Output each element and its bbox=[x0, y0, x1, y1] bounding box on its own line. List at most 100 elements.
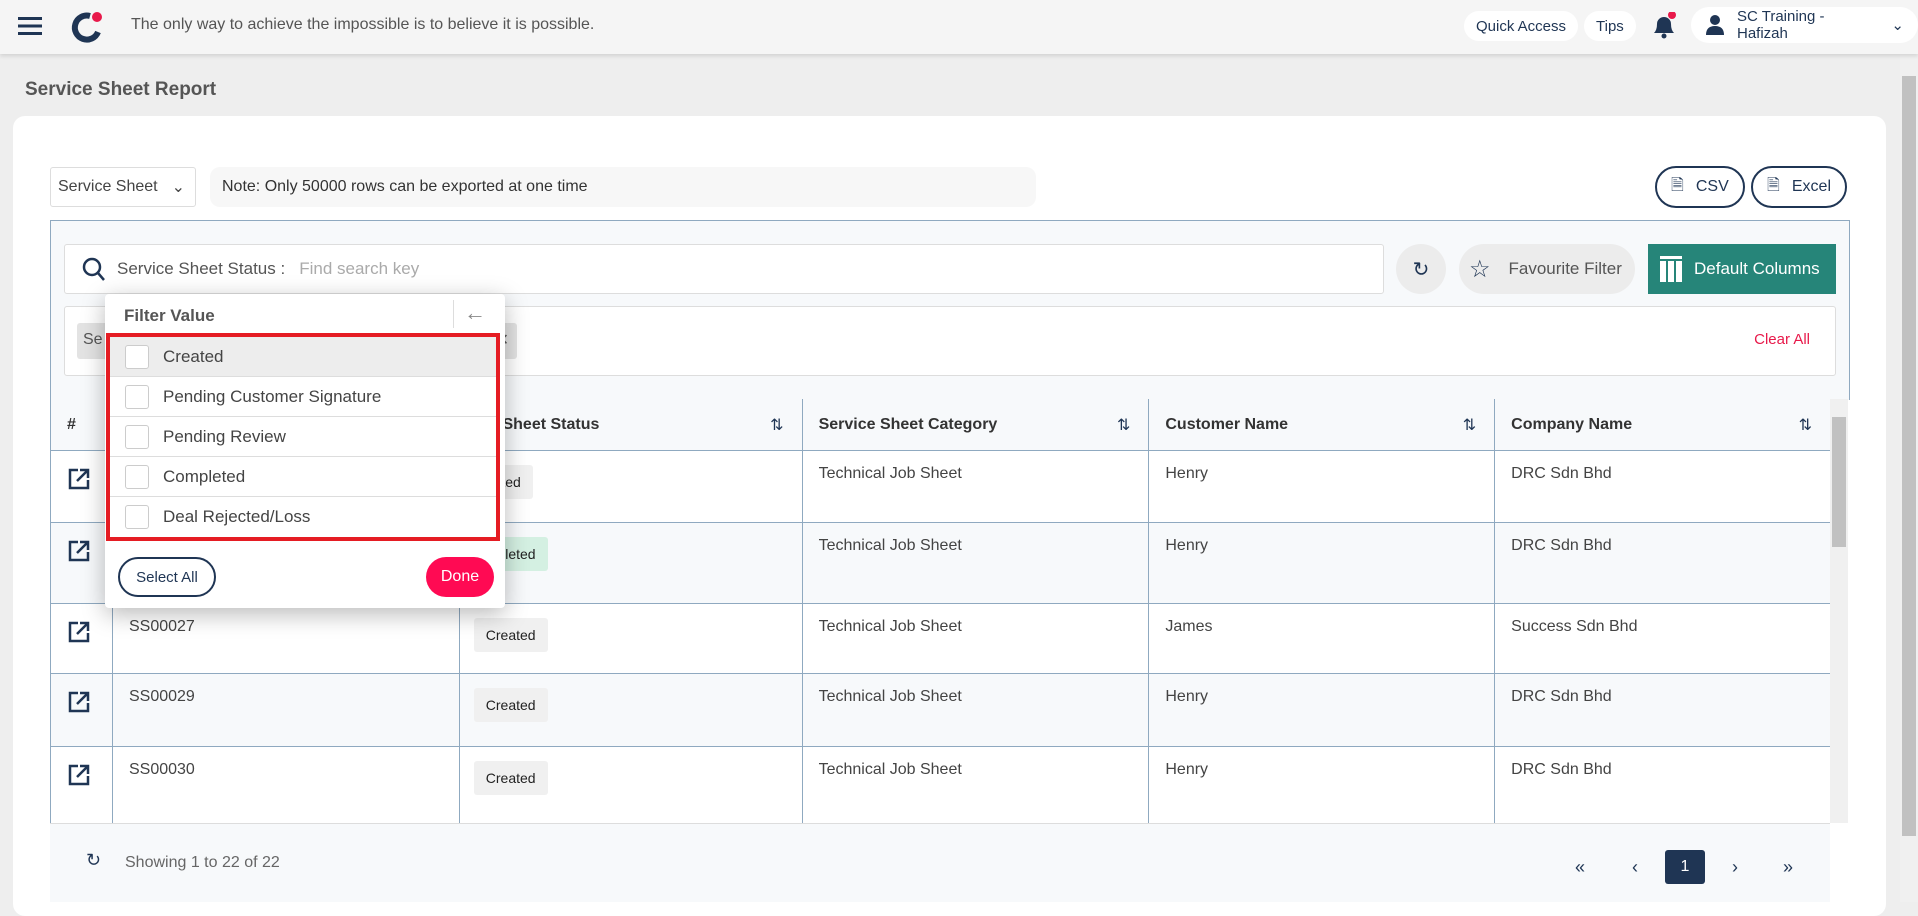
favourite-filter-button[interactable]: ☆ Favourite Filter bbox=[1459, 244, 1635, 294]
default-columns-button[interactable]: Default Columns bbox=[1648, 244, 1836, 294]
status-badge: Created bbox=[473, 761, 548, 795]
col-header-label: Company Name bbox=[1511, 416, 1633, 433]
default-columns-label: Default Columns bbox=[1694, 259, 1820, 278]
status-cell: Created bbox=[460, 604, 803, 673]
sort-icon[interactable]: ⇅ bbox=[1799, 415, 1812, 435]
export-note: Note: Only 50000 rows can be exported at… bbox=[210, 167, 1036, 207]
open-cell bbox=[51, 604, 113, 673]
filter-option[interactable]: Pending Customer Signature bbox=[110, 377, 496, 417]
csv-label: CSV bbox=[1695, 178, 1729, 195]
category-cell: Technical Job Sheet bbox=[803, 451, 1150, 522]
sort-icon[interactable]: ⇅ bbox=[1117, 415, 1130, 435]
option-label: Completed bbox=[163, 466, 246, 486]
excel-label: Excel bbox=[1791, 178, 1831, 195]
table-row: SS00027 Created Technical Job Sheet Jame… bbox=[51, 604, 1830, 674]
open-external-icon[interactable] bbox=[67, 763, 91, 787]
open-external-icon[interactable] bbox=[67, 539, 91, 563]
report-type-select[interactable]: Service Sheet ⌄ bbox=[50, 167, 196, 207]
filter-chip-label: Se bbox=[83, 331, 103, 348]
logo[interactable] bbox=[70, 10, 104, 49]
page-title: Service Sheet Report bbox=[25, 79, 217, 100]
status-badge: Created bbox=[473, 618, 548, 652]
refresh-icon[interactable]: ↻ bbox=[86, 850, 101, 871]
status-cell: Created bbox=[460, 674, 803, 746]
csv-export-button[interactable]: 🗎 CSV bbox=[1655, 166, 1745, 208]
open-external-icon[interactable] bbox=[67, 467, 91, 491]
select-all-button[interactable]: Select All bbox=[118, 557, 216, 597]
table-scrollbar[interactable] bbox=[1830, 399, 1848, 823]
customer-cell: Henry bbox=[1149, 674, 1496, 746]
columns-icon bbox=[1660, 256, 1682, 282]
company-cell: DRC Sdn Bhd bbox=[1511, 537, 1612, 554]
open-external-icon[interactable] bbox=[67, 690, 91, 714]
next-page-button[interactable]: › bbox=[1715, 850, 1755, 884]
company-cell: Success Sdn Bhd bbox=[1511, 618, 1638, 635]
last-page-button[interactable]: » bbox=[1768, 850, 1808, 884]
open-cell bbox=[51, 523, 113, 603]
status-cell: mpleted bbox=[460, 523, 803, 603]
id-cell: SS00027 bbox=[113, 604, 460, 673]
col-header-label: Customer Name bbox=[1165, 416, 1289, 433]
customer-cell: Henry bbox=[1149, 523, 1496, 603]
col-header-company[interactable]: Company Name ⇅ bbox=[1495, 399, 1830, 450]
status-badge: Created bbox=[473, 688, 548, 722]
bell-icon[interactable] bbox=[1650, 11, 1678, 45]
menu-icon[interactable] bbox=[18, 16, 42, 41]
option-label: Pending Customer Signature bbox=[163, 386, 382, 406]
customer-cell: Henry bbox=[1149, 451, 1496, 522]
status-cell: Created bbox=[460, 747, 803, 823]
category-cell: Technical Job Sheet bbox=[803, 604, 1150, 673]
company-cell: DRC Sdn Bhd bbox=[1511, 688, 1612, 705]
quick-access-button[interactable]: Quick Access bbox=[1464, 11, 1579, 41]
first-page-button[interactable]: « bbox=[1560, 850, 1600, 884]
prev-page-button[interactable]: ‹ bbox=[1615, 850, 1655, 884]
showing-count: Showing 1 to 22 of 22 bbox=[125, 854, 280, 871]
user-name: SC Training - Hafizah bbox=[1736, 8, 1825, 42]
refresh-button[interactable]: ↻ bbox=[1396, 244, 1446, 294]
report-type-value: Service Sheet bbox=[58, 178, 158, 195]
company-cell: DRC Sdn Bhd bbox=[1511, 465, 1612, 482]
col-header-customer[interactable]: Customer Name ⇅ bbox=[1149, 399, 1496, 450]
table-row: SS00030 Created Technical Job Sheet Henr… bbox=[51, 747, 1830, 824]
filter-option[interactable]: Created bbox=[110, 337, 496, 377]
col-header-index: # bbox=[51, 399, 113, 450]
status-cell: eated bbox=[460, 451, 803, 522]
clear-all-link[interactable]: Clear All bbox=[1754, 331, 1810, 348]
option-label: Deal Rejected/Loss bbox=[163, 507, 311, 526]
tips-button[interactable]: Tips bbox=[1584, 11, 1636, 41]
open-cell bbox=[51, 674, 113, 746]
quote: The only way to achieve the impossible i… bbox=[131, 16, 595, 33]
refresh-icon: ↻ bbox=[1412, 258, 1430, 281]
checkbox[interactable] bbox=[125, 344, 149, 369]
col-header-category[interactable]: Service Sheet Category ⇅ bbox=[802, 399, 1150, 450]
file-excel-icon: 🗎 bbox=[1767, 176, 1780, 194]
done-button[interactable]: Done bbox=[426, 557, 494, 597]
user-icon bbox=[1706, 15, 1724, 35]
excel-export-button[interactable]: 🗎 Excel bbox=[1751, 166, 1847, 208]
sort-icon[interactable]: ⇅ bbox=[1463, 415, 1476, 435]
filter-option[interactable]: Pending Review bbox=[110, 417, 496, 457]
chevron-down-icon: ⌄ bbox=[171, 179, 186, 196]
id-cell: SS00029 bbox=[113, 674, 460, 746]
checkbox[interactable] bbox=[125, 384, 149, 409]
filter-value-popup: Filter Value ← Created Pending Customer S… bbox=[105, 294, 505, 608]
user-menu[interactable]: SC Training - Hafizah ⌄ bbox=[1691, 7, 1918, 43]
search-icon bbox=[82, 257, 105, 281]
table-footer: ↻ Showing 1 to 22 of 22 « ‹ 1 › » bbox=[50, 823, 1830, 902]
page-1-button[interactable]: 1 bbox=[1665, 850, 1705, 884]
customer-cell: Henry bbox=[1149, 747, 1496, 823]
sort-icon[interactable]: ⇅ bbox=[770, 415, 783, 435]
search-input[interactable]: Service Sheet Status : Find search key bbox=[64, 244, 1384, 294]
table-row: SS00029 Created Technical Job Sheet Henr… bbox=[51, 674, 1830, 747]
checkbox[interactable] bbox=[125, 464, 149, 489]
col-header-status[interactable]: ice Sheet Status ⇅ bbox=[459, 399, 803, 450]
checkbox[interactable] bbox=[125, 505, 149, 529]
back-arrow-icon[interactable]: ← bbox=[453, 300, 486, 328]
page-scrollbar[interactable] bbox=[1900, 54, 1918, 902]
filter-option[interactable]: Completed bbox=[110, 457, 496, 497]
filter-option[interactable]: Deal Rejected/Loss bbox=[110, 497, 496, 537]
top-bar: The only way to achieve the impossible i… bbox=[0, 0, 1918, 54]
open-external-icon[interactable] bbox=[67, 620, 91, 644]
open-cell bbox=[51, 451, 113, 522]
checkbox[interactable] bbox=[125, 424, 149, 449]
